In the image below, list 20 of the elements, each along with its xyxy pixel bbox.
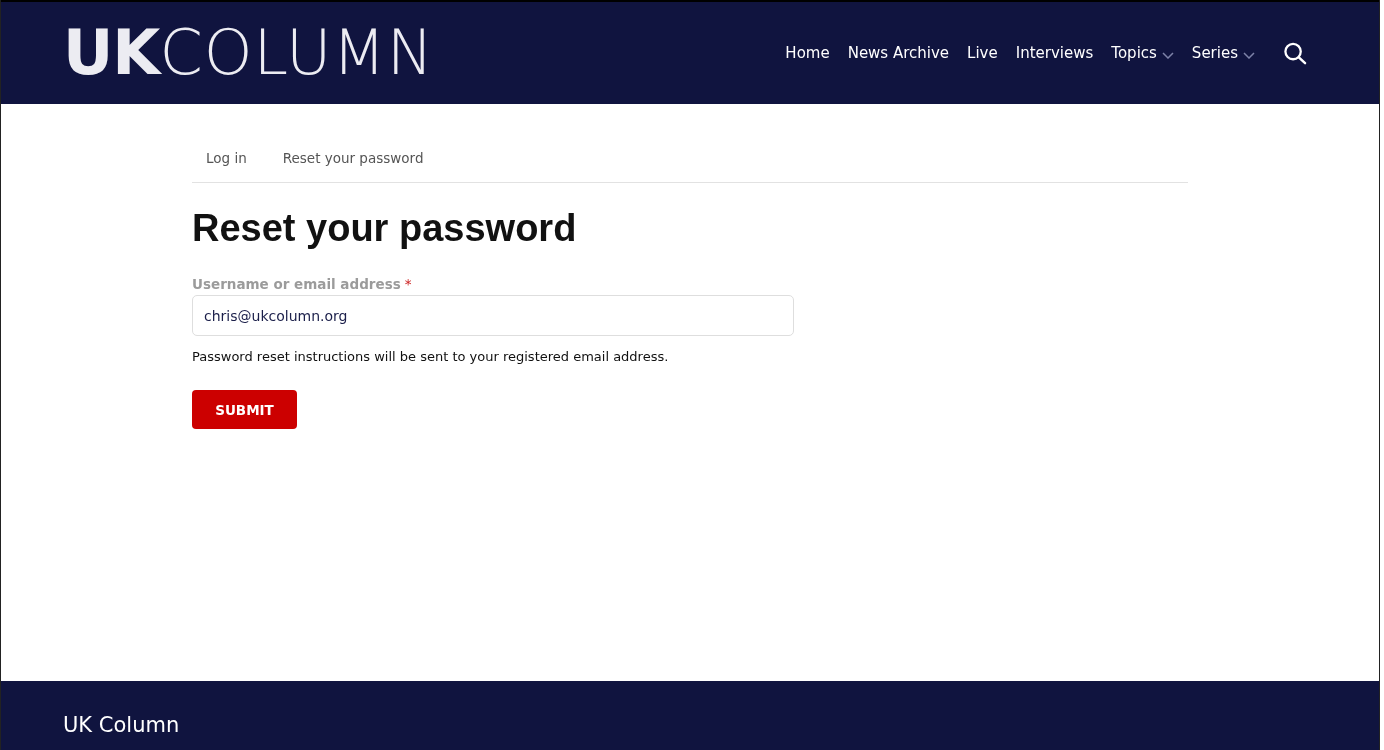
site-logo[interactable]: UKCOLUMN <box>63 22 435 84</box>
nav-link[interactable]: News Archive <box>847 44 950 62</box>
nav-link[interactable]: Live <box>967 44 998 62</box>
chevron-down-icon <box>1243 51 1255 59</box>
search-button[interactable] <box>1283 41 1307 65</box>
nav-link[interactable]: Series <box>1191 44 1255 62</box>
nav-link[interactable]: Home <box>785 44 830 62</box>
field-description: Password reset instructions will be sent to your registered email address. <box>192 348 670 366</box>
nav-link[interactable]: Interviews <box>1015 44 1094 62</box>
email-input[interactable]: chris@ukcolumn.org <box>192 295 794 336</box>
tab[interactable]: Log in <box>192 138 261 178</box>
page-heading: Reset your password <box>192 206 578 251</box>
field-label: Username or email address <box>192 275 401 293</box>
submit-button[interactable]: SUBMIT <box>192 390 297 429</box>
tab[interactable]: Reset your password <box>268 138 438 178</box>
footer-title: UK Column <box>63 713 180 737</box>
search-icon <box>1283 41 1307 65</box>
required-mark: * <box>404 275 412 293</box>
chevron-down-icon <box>1161 51 1174 59</box>
nav-link[interactable]: Topics <box>1111 44 1174 62</box>
